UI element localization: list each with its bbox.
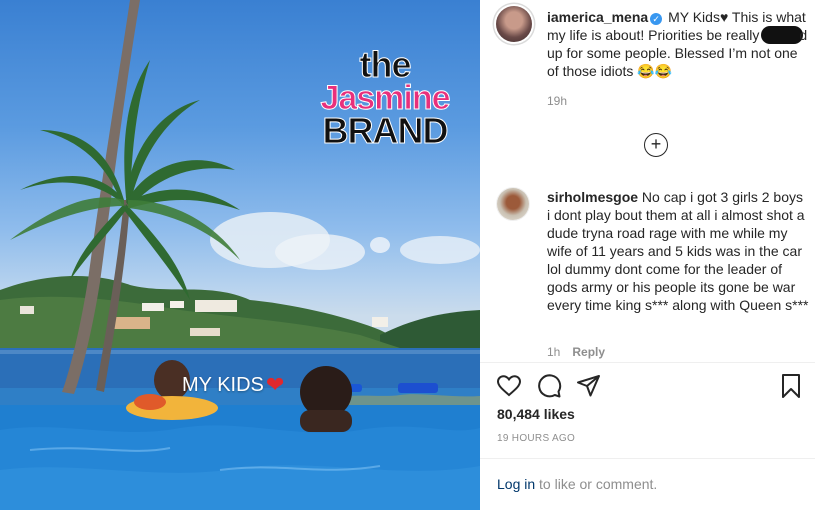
- action-bar: [496, 373, 802, 399]
- caption-text-1: MY Kids: [664, 9, 720, 25]
- commenter-avatar[interactable]: [497, 188, 529, 220]
- my-kids-sticker: MY KIDS ❤: [182, 372, 284, 398]
- watermark-line-the: the: [359, 44, 412, 85]
- laughing-emoji-icon: 😂😂: [637, 63, 673, 79]
- redaction-mark: [761, 26, 804, 44]
- author-avatar[interactable]: [496, 6, 532, 42]
- load-more-comments-button[interactable]: +: [644, 133, 668, 157]
- divider: [480, 362, 815, 363]
- heart-icon: ❤: [265, 372, 285, 397]
- share-paper-plane-icon[interactable]: [576, 373, 602, 399]
- watermark-line-brand: BRAND: [322, 110, 449, 152]
- comment-text: No cap i got 3 girls 2 boys i dont play …: [547, 189, 809, 313]
- login-prompt: Log in to like or comment.: [497, 476, 657, 492]
- save-bookmark-icon[interactable]: [778, 373, 804, 399]
- sticker-text: MY KIDS: [182, 373, 264, 396]
- post-photo[interactable]: the Jasmine BRAND MY KIDS ❤: [0, 0, 480, 510]
- post-timestamp[interactable]: 19 HOURS AGO: [497, 433, 575, 444]
- comment-item: sirholmesgoe No cap i got 3 girls 2 boys…: [547, 188, 809, 314]
- comment-age: 1h: [547, 345, 561, 359]
- reply-button[interactable]: Reply: [572, 345, 605, 359]
- login-link[interactable]: Log in: [497, 476, 535, 492]
- brand-watermark: the Jasmine BRAND: [300, 44, 470, 152]
- author-username[interactable]: iamerica_mena: [547, 9, 648, 25]
- verified-badge-icon: ✓: [650, 13, 663, 25]
- login-prompt-text: to like or comment.: [535, 476, 658, 492]
- caption-age: 19h: [547, 94, 568, 108]
- comment-icon[interactable]: [536, 373, 562, 399]
- commenter-username[interactable]: sirholmesgoe: [547, 189, 638, 205]
- likes-count[interactable]: 80,484 likes: [497, 406, 575, 422]
- comment-meta-row: 1h Reply: [547, 345, 605, 359]
- post-caption: iamerica_mena ✓ MY Kids♥ This is what my …: [547, 8, 809, 80]
- like-heart-icon[interactable]: [496, 373, 522, 399]
- divider: [480, 458, 815, 459]
